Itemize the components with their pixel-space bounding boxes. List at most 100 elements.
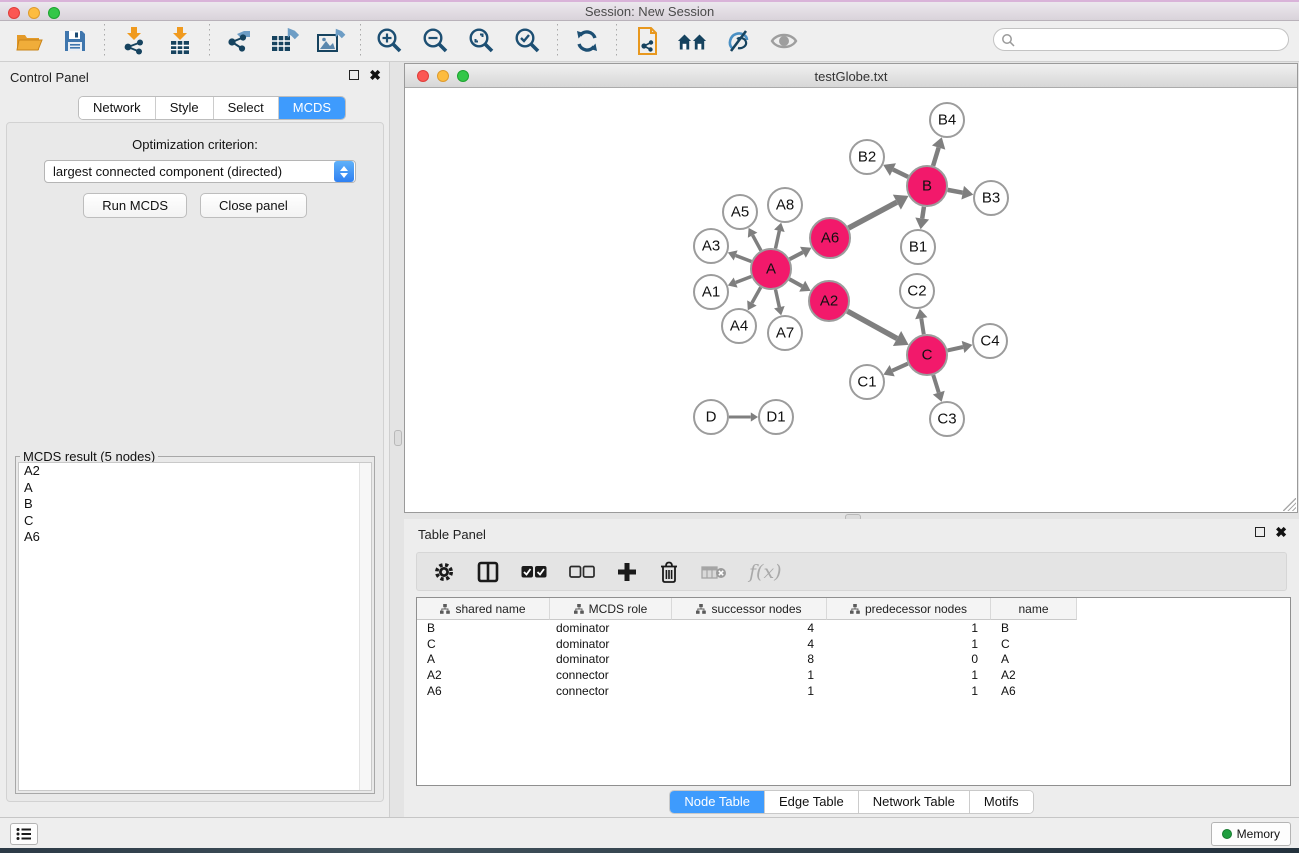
table-panel-header: Table Panel ✖ — [404, 519, 1299, 549]
float-table-panel-icon[interactable] — [1255, 527, 1265, 537]
edge-A-A2[interactable] — [789, 279, 802, 286]
delete-table-button[interactable] — [701, 564, 727, 580]
new-network-from-selection-button[interactable] — [631, 26, 661, 56]
node-table[interactable]: shared nameMCDS rolesuccessor nodesprede… — [416, 597, 1291, 786]
delete-row-button[interactable] — [659, 561, 679, 583]
edge-A-A1[interactable] — [736, 277, 752, 283]
zoom-fit-icon — [468, 27, 496, 55]
edge-A-A7[interactable] — [775, 290, 779, 308]
node-label-A8: A8 — [776, 197, 794, 214]
close-table-panel-icon[interactable]: ✖ — [1275, 527, 1287, 537]
network-graph[interactable]: B4B2BB3A5A8A6A3B1AA1C2A2A4A7C4CC1DD1C3 — [405, 88, 1297, 512]
columns-button[interactable] — [477, 561, 499, 583]
search-field[interactable] — [993, 28, 1289, 51]
close-panel-button[interactable]: Close panel — [200, 193, 307, 218]
edge-B-B3[interactable] — [948, 190, 963, 193]
import-network-button[interactable] — [119, 26, 149, 56]
search-input[interactable] — [1019, 31, 1288, 49]
dropdown-value: largest connected component (directed) — [45, 164, 334, 179]
mcds-result-item[interactable]: A6 — [19, 529, 371, 546]
zoom-in-button[interactable] — [375, 26, 405, 56]
hide-graphics-details-button[interactable] — [723, 26, 753, 56]
column-header-mcds_role[interactable]: MCDS role — [550, 598, 672, 620]
edge-A-A8[interactable] — [775, 231, 779, 249]
add-row-button[interactable] — [617, 562, 637, 582]
column-header-name[interactable]: name — [991, 598, 1077, 620]
open-session-button[interactable] — [14, 26, 44, 56]
close-panel-icon[interactable]: ✖ — [369, 70, 381, 80]
table-row[interactable]: Cdominator41C — [417, 636, 1290, 652]
search-icon — [1001, 33, 1015, 47]
export-table-button[interactable] — [270, 26, 300, 56]
edge-B-B2[interactable] — [893, 170, 908, 177]
network-window-titlebar[interactable]: testGlobe.txt — [405, 64, 1297, 88]
window-resize-grip[interactable] — [1283, 498, 1296, 511]
show-graphics-details-button[interactable] — [769, 26, 799, 56]
float-panel-icon[interactable] — [349, 70, 359, 80]
tab-mcds[interactable]: MCDS — [279, 97, 345, 119]
refresh-button[interactable] — [572, 26, 602, 56]
column-header-predecessor_nodes[interactable]: predecessor nodes — [827, 598, 991, 620]
show-log-button[interactable] — [10, 823, 38, 845]
zoom-selected-button[interactable] — [513, 26, 543, 56]
network-canvas[interactable]: B4B2BB3A5A8A6A3B1AA1C2A2A4A7C4CC1DD1C3 — [405, 88, 1297, 512]
zoom-fit-button[interactable] — [467, 26, 497, 56]
tab-network-table[interactable]: Network Table — [859, 791, 970, 813]
tab-style[interactable]: Style — [156, 97, 214, 119]
columns-icon — [477, 561, 499, 583]
edge-A2-C[interactable] — [847, 311, 897, 338]
tab-edge-table[interactable]: Edge Table — [765, 791, 859, 813]
edge-B-B4[interactable] — [933, 148, 939, 166]
panel-divider-handle[interactable] — [394, 430, 402, 446]
result-scrollbar[interactable] — [359, 463, 371, 790]
first-neighbors-button[interactable] — [677, 26, 707, 56]
tab-network[interactable]: Network — [79, 97, 156, 119]
save-session-button[interactable] — [60, 26, 90, 56]
houses-icon — [677, 29, 707, 53]
table-body: Bdominator41BCdominator41CAdominator80AA… — [417, 620, 1290, 699]
edge-A-A3[interactable] — [736, 255, 752, 261]
node-label-A6: A6 — [821, 230, 839, 247]
export-image-button[interactable] — [316, 26, 346, 56]
edge-C-C1[interactable] — [892, 364, 908, 371]
table-settings-button[interactable] — [433, 561, 455, 583]
tab-node-table[interactable]: Node Table — [670, 791, 765, 813]
mcds-result-item[interactable]: A — [19, 480, 371, 497]
mcds-result-item[interactable]: A2 — [19, 463, 371, 480]
column-header-shared_name[interactable]: shared name — [417, 598, 550, 620]
sort-tree-icon — [696, 604, 706, 614]
table-row[interactable]: Adominator80A — [417, 652, 1290, 668]
gear-icon — [433, 561, 455, 583]
table-row[interactable]: A6connector11A6 — [417, 683, 1290, 699]
zoom-out-button[interactable] — [421, 26, 451, 56]
export-network-button[interactable] — [224, 26, 254, 56]
memory-button[interactable]: Memory — [1211, 822, 1291, 846]
edge-A-A6[interactable] — [790, 252, 803, 259]
edge-C-C3[interactable] — [933, 375, 939, 393]
edge-A6-B[interactable] — [849, 202, 897, 228]
table-panel: Table Panel ✖ — [404, 519, 1299, 817]
edge-C-C2[interactable] — [921, 318, 923, 334]
import-table-button[interactable] — [165, 26, 195, 56]
tab-motifs[interactable]: Motifs — [970, 791, 1033, 813]
mcds-result-item[interactable]: B — [19, 496, 371, 513]
edge-A-A4[interactable] — [752, 287, 761, 303]
tab-select[interactable]: Select — [214, 97, 279, 119]
select-all-button[interactable] — [521, 565, 547, 579]
run-mcds-button[interactable]: Run MCDS — [83, 193, 187, 218]
control-panel-tabs: Network Style Select MCDS — [78, 96, 346, 120]
table-row[interactable]: Bdominator41B — [417, 620, 1290, 636]
cell-shared_name: A6 — [417, 684, 550, 698]
deselect-all-button[interactable] — [569, 565, 595, 579]
apply-function-button[interactable]: f(x) — [749, 561, 782, 583]
edge-A-A5[interactable] — [753, 235, 761, 250]
edge-B-B1[interactable] — [922, 207, 924, 219]
mcds-result-item[interactable]: C — [19, 513, 371, 530]
node-label-A: A — [766, 261, 776, 278]
optimization-criterion-dropdown[interactable]: largest connected component (directed) — [44, 160, 356, 183]
edge-C-C4[interactable] — [947, 347, 963, 350]
table-row[interactable]: A2connector11A2 — [417, 667, 1290, 683]
column-header-successor_nodes[interactable]: successor nodes — [672, 598, 827, 620]
mcds-result-list[interactable]: A2ABCA6 — [18, 462, 372, 791]
cell-mcds_role: dominator — [550, 637, 672, 651]
